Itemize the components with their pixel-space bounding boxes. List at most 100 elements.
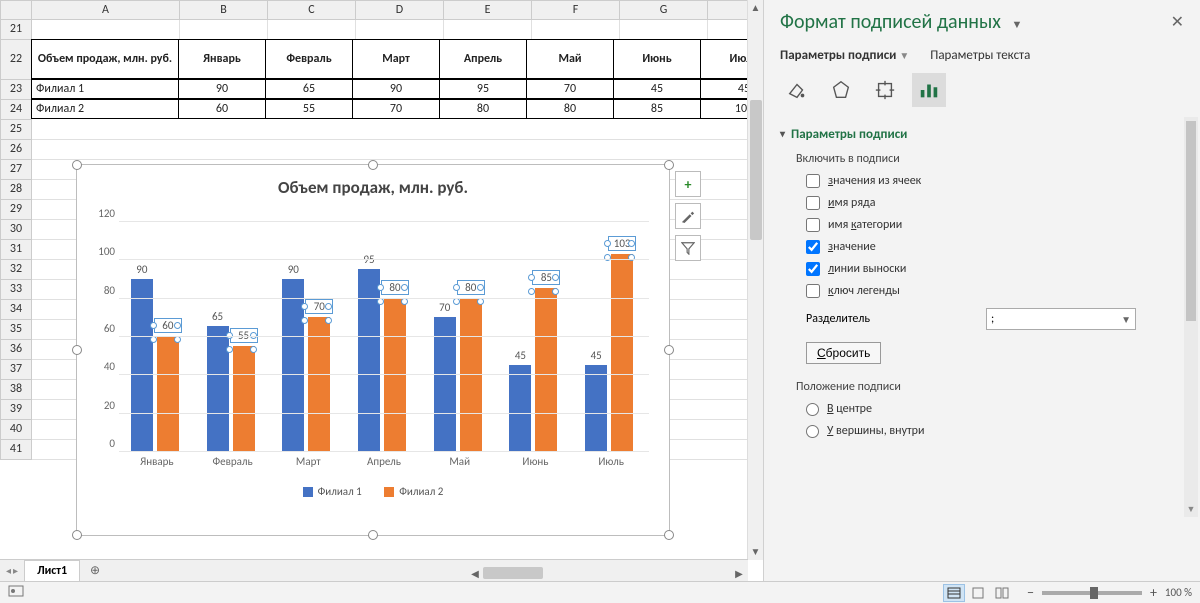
subtab-label-options[interactable]: Параметры подписи▼ bbox=[780, 48, 909, 63]
label-selection-marker[interactable] bbox=[377, 284, 384, 291]
cell[interactable] bbox=[32, 120, 748, 140]
cell-header-title[interactable]: Объем продаж, млн. руб. bbox=[31, 39, 179, 79]
scroll-thumb[interactable] bbox=[750, 100, 762, 240]
cell[interactable] bbox=[444, 20, 532, 40]
row-header[interactable]: 37 bbox=[0, 360, 32, 380]
checkbox[interactable] bbox=[806, 218, 820, 232]
row-header[interactable]: 22 bbox=[0, 40, 32, 80]
label-selection-marker[interactable] bbox=[528, 288, 535, 295]
label-selection-marker[interactable] bbox=[150, 336, 157, 343]
option-leader-lines[interactable]: линии выноски bbox=[780, 258, 1184, 280]
resize-handle[interactable] bbox=[664, 160, 674, 170]
option-value[interactable]: значение bbox=[780, 236, 1184, 258]
cell-value[interactable]: 65 bbox=[265, 79, 353, 99]
label-selection-marker[interactable] bbox=[174, 322, 181, 329]
row-header[interactable]: 29 bbox=[0, 200, 32, 220]
vertical-scrollbar[interactable]: ▲ ▼ bbox=[747, 0, 763, 560]
horizontal-scrollbar[interactable]: ◀ ▶ bbox=[467, 565, 747, 581]
pane-title-dropdown-icon[interactable]: ▼ bbox=[1011, 18, 1022, 31]
bar-series-2[interactable] bbox=[535, 288, 557, 451]
bar-series-2[interactable] bbox=[233, 346, 255, 451]
position-inside-end[interactable]: У вершины, внутри bbox=[780, 420, 1184, 442]
row-header[interactable]: 33 bbox=[0, 280, 32, 300]
plot-area[interactable]: 020406080100120 906065559070958070804585… bbox=[119, 221, 649, 451]
cell-value[interactable]: 70 bbox=[352, 99, 440, 119]
label-selection-marker[interactable] bbox=[377, 298, 384, 305]
cell-value[interactable]: 60 bbox=[178, 99, 266, 119]
col-header-D[interactable]: D bbox=[356, 0, 444, 20]
scroll-down-icon[interactable]: ▼ bbox=[1184, 504, 1198, 515]
resize-handle[interactable] bbox=[72, 345, 82, 355]
option-category-name[interactable]: имя категории bbox=[780, 214, 1184, 236]
cell[interactable] bbox=[532, 20, 620, 40]
option-values-from-cells[interactable]: значения из ячеек bbox=[780, 170, 1184, 192]
row-header[interactable]: 41 bbox=[0, 440, 32, 460]
chart-filter-button[interactable] bbox=[675, 235, 701, 261]
cell[interactable] bbox=[268, 20, 356, 40]
resize-handle[interactable] bbox=[368, 530, 378, 540]
cell-value[interactable]: 90 bbox=[352, 79, 440, 99]
label-selection-marker[interactable] bbox=[150, 322, 157, 329]
col-header-E[interactable]: E bbox=[444, 0, 532, 20]
row-header[interactable]: 26 bbox=[0, 140, 32, 160]
option-series-name[interactable]: имя ряда bbox=[780, 192, 1184, 214]
chart-styles-button[interactable] bbox=[675, 203, 701, 229]
cell-value[interactable]: 80 bbox=[439, 99, 527, 119]
row-header[interactable]: 35 bbox=[0, 320, 32, 340]
cell[interactable] bbox=[32, 20, 180, 40]
checkbox[interactable] bbox=[806, 262, 820, 276]
resize-handle[interactable] bbox=[664, 345, 674, 355]
col-header-C[interactable]: C bbox=[268, 0, 356, 20]
page-layout-view-button[interactable] bbox=[967, 584, 989, 602]
zoom-slider[interactable] bbox=[1042, 591, 1142, 595]
cell-month[interactable]: Июль bbox=[700, 39, 748, 79]
data-label[interactable]: 45 bbox=[506, 349, 534, 362]
cell-month[interactable]: Февраль bbox=[265, 39, 353, 79]
row-header[interactable]: 24 bbox=[0, 100, 32, 120]
label-selection-marker[interactable] bbox=[453, 298, 460, 305]
cell-month[interactable]: Март bbox=[352, 39, 440, 79]
col-header-G[interactable]: G bbox=[620, 0, 708, 20]
cell[interactable] bbox=[708, 20, 748, 40]
cell-series-name[interactable]: Филиал 1 bbox=[31, 79, 179, 99]
chart-object[interactable]: Объем продаж, млн. руб. 020406080100120 … bbox=[76, 164, 670, 536]
label-selection-marker[interactable] bbox=[401, 284, 408, 291]
subtab-text-options[interactable]: Параметры текста bbox=[930, 48, 1030, 63]
chart-elements-button[interactable]: + bbox=[675, 171, 701, 197]
checkbox[interactable] bbox=[806, 284, 820, 298]
separator-select[interactable]: ;▼ bbox=[986, 308, 1136, 330]
chart-title[interactable]: Объем продаж, млн. руб. bbox=[77, 165, 669, 204]
scroll-right-arrow[interactable]: ▶ bbox=[731, 567, 747, 580]
tab-last-icon[interactable]: ▸ bbox=[13, 564, 18, 577]
checkbox[interactable] bbox=[806, 196, 820, 210]
radio[interactable] bbox=[806, 403, 819, 416]
data-label[interactable]: 90 bbox=[279, 263, 307, 276]
legend-item-2[interactable]: Филиал 2 bbox=[384, 485, 443, 498]
pane-scrollbar[interactable]: ▼ bbox=[1184, 117, 1198, 517]
cell[interactable] bbox=[180, 20, 268, 40]
bar-series-1[interactable] bbox=[509, 365, 531, 451]
option-legend-key[interactable]: ключ легенды bbox=[780, 280, 1184, 302]
cell-month[interactable]: Январь bbox=[178, 39, 266, 79]
row-header[interactable]: 23 bbox=[0, 80, 32, 100]
row-header[interactable]: 34 bbox=[0, 300, 32, 320]
cell-value[interactable]: 55 bbox=[265, 99, 353, 119]
row-header[interactable]: 32 bbox=[0, 260, 32, 280]
hscroll-thumb[interactable] bbox=[483, 567, 543, 579]
position-center[interactable]: В центре bbox=[780, 398, 1184, 420]
label-selection-marker[interactable] bbox=[552, 288, 559, 295]
cell[interactable] bbox=[356, 20, 444, 40]
cell-value[interactable]: 70 bbox=[526, 79, 614, 99]
label-selection-marker[interactable] bbox=[628, 240, 635, 247]
data-label[interactable]: 45 bbox=[582, 349, 610, 362]
cell-series-name[interactable]: Филиал 2 bbox=[31, 99, 179, 119]
label-selection-marker[interactable] bbox=[604, 240, 611, 247]
col-header-B[interactable]: B bbox=[180, 0, 268, 20]
pane-scroll-thumb[interactable] bbox=[1186, 121, 1196, 321]
page-break-view-button[interactable] bbox=[991, 584, 1013, 602]
cell-value[interactable]: 103 bbox=[700, 99, 748, 119]
cell[interactable] bbox=[620, 20, 708, 40]
checkbox[interactable] bbox=[806, 174, 820, 188]
label-selection-marker[interactable] bbox=[401, 298, 408, 305]
resize-handle[interactable] bbox=[664, 530, 674, 540]
